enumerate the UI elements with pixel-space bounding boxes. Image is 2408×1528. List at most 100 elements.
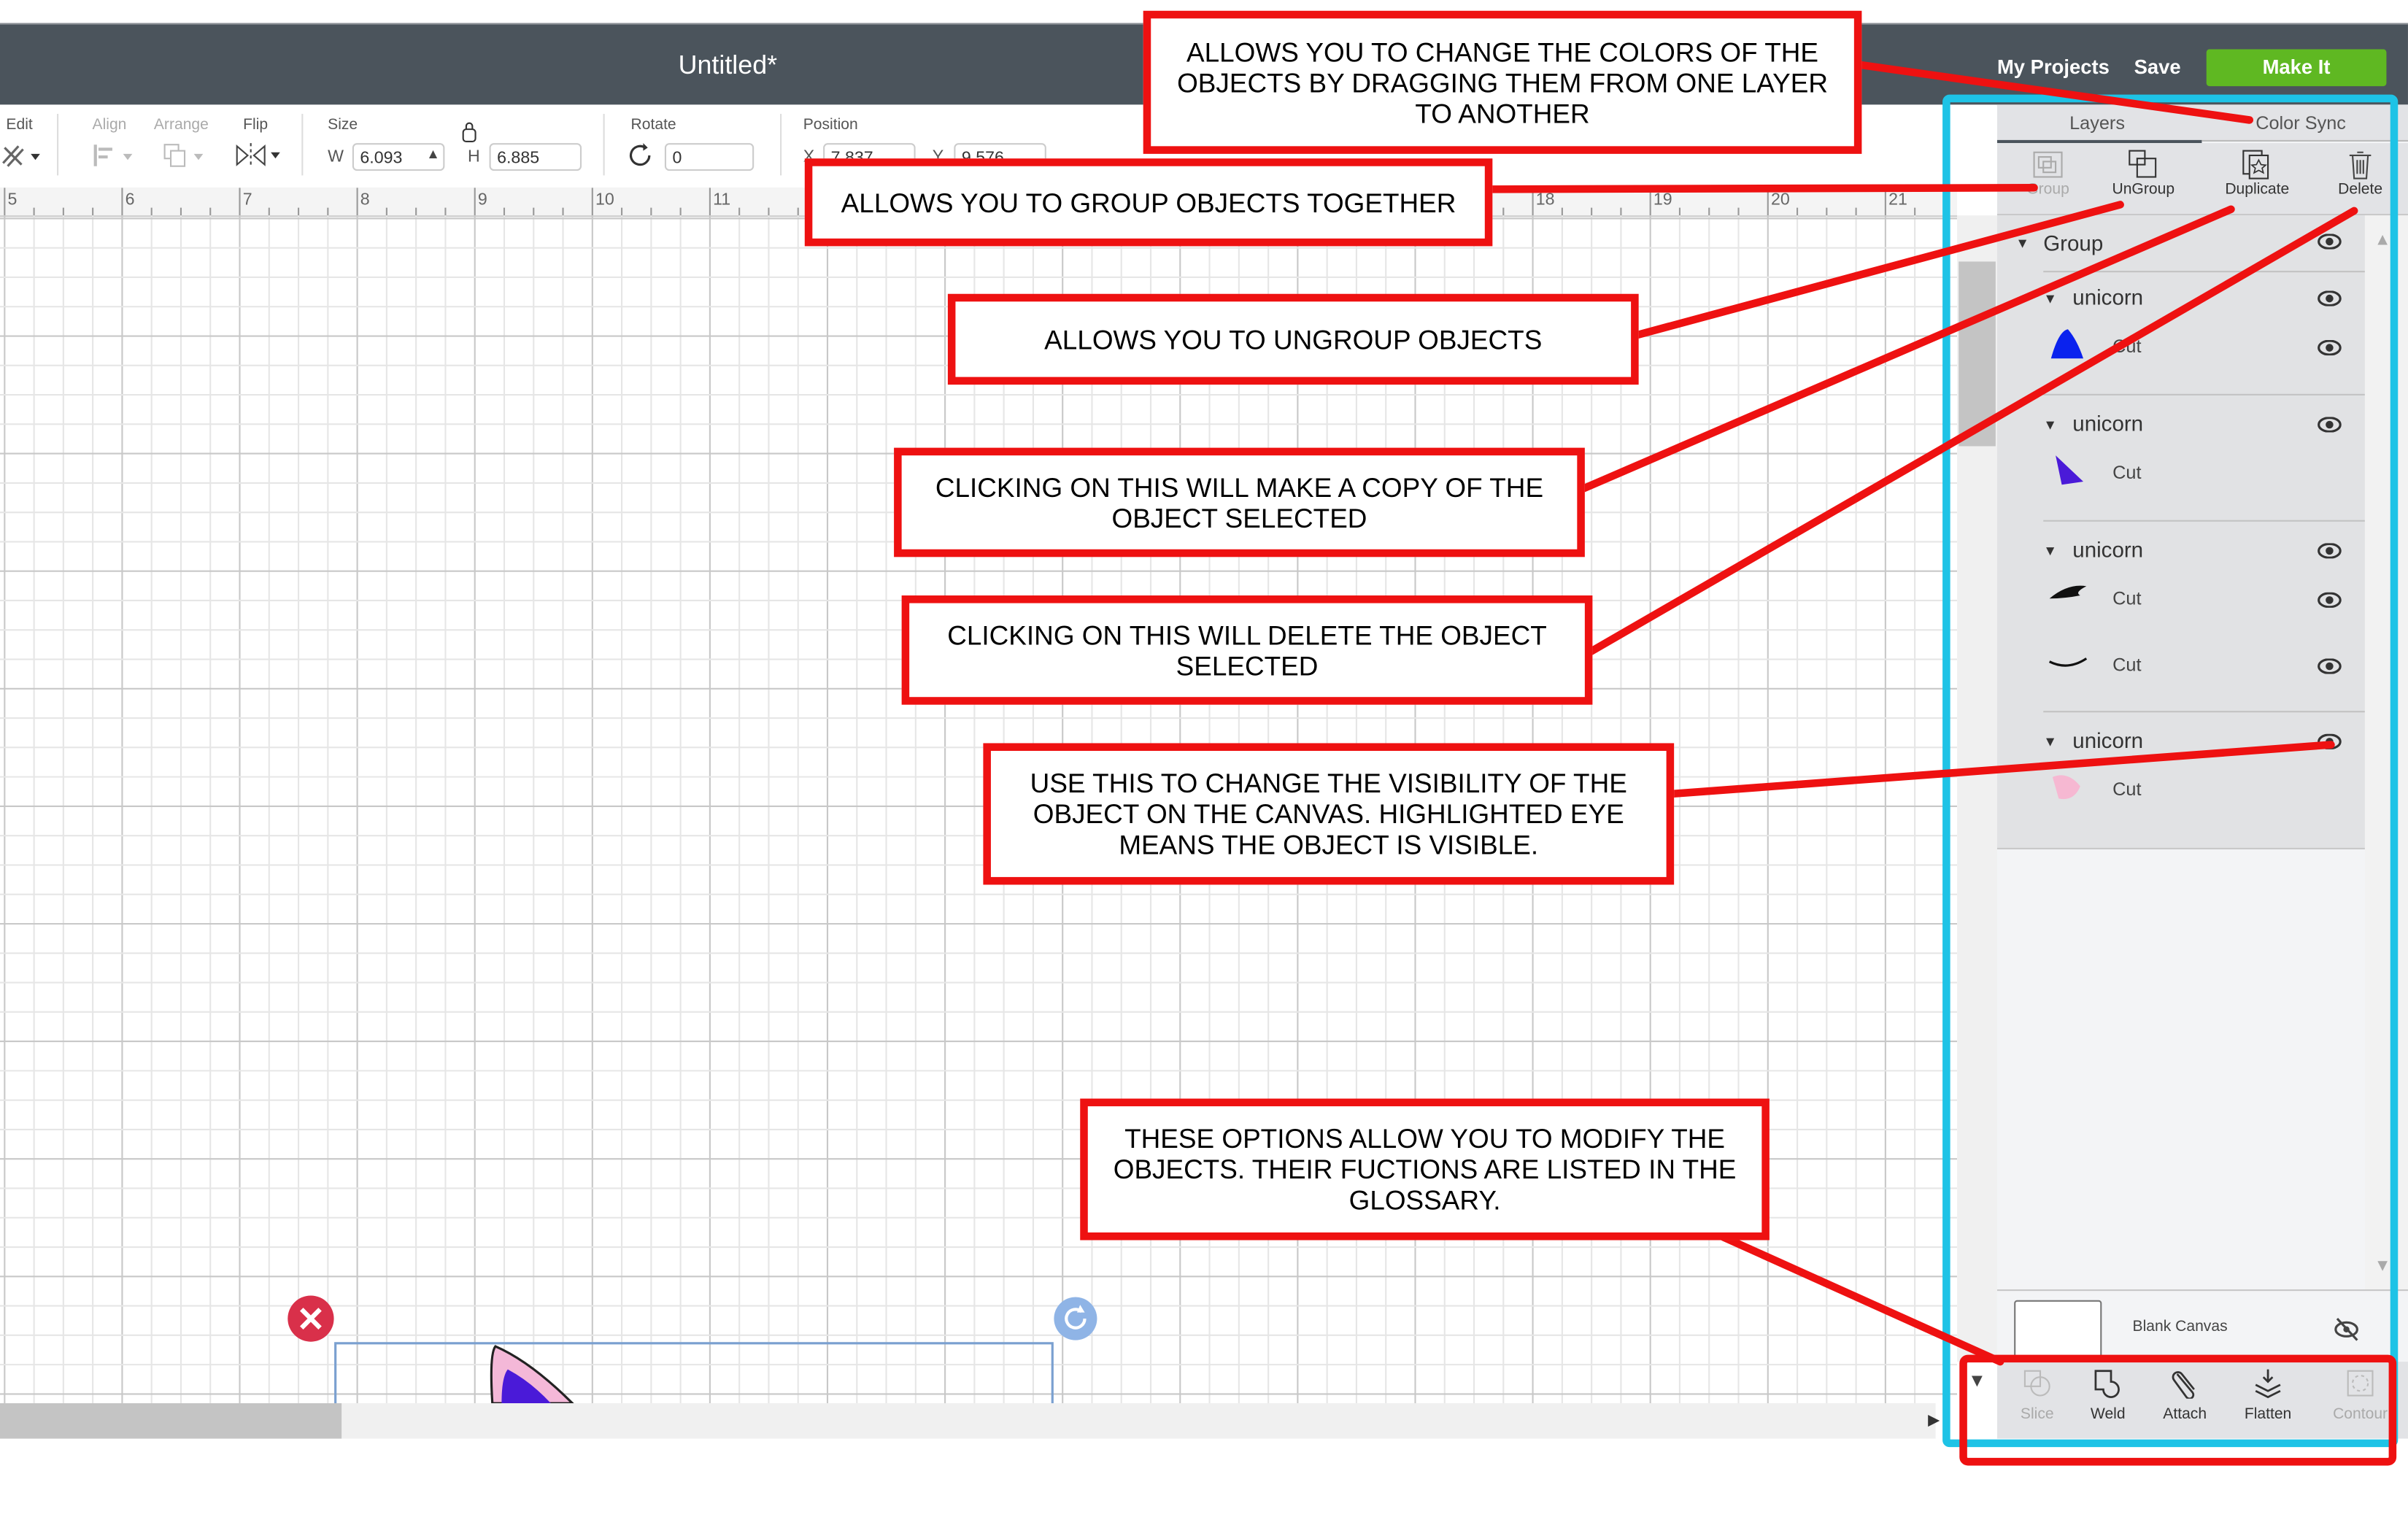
- vertical-scroll-thumb[interactable]: [1959, 261, 1996, 447]
- eye-icon[interactable]: [2318, 290, 2342, 306]
- delete-button[interactable]: Delete: [2309, 143, 2408, 214]
- tab-layers[interactable]: Layers: [2069, 112, 2125, 134]
- align-icon[interactable]: [93, 143, 136, 168]
- make-it-button[interactable]: Make It: [2206, 49, 2387, 87]
- delete-label: Delete: [2338, 181, 2383, 199]
- rotate-icon: [629, 143, 651, 166]
- flip-label: Flip: [243, 117, 269, 134]
- eye-icon[interactable]: [2318, 733, 2342, 749]
- layer-cut-row[interactable]: Cut: [1997, 577, 2365, 620]
- ungroup-icon: [2129, 150, 2157, 178]
- weld-button[interactable]: Weld: [2068, 1368, 2148, 1424]
- collapse-caret-icon[interactable]: ▼: [2043, 543, 2057, 558]
- layer-tools: Group UnGroup Duplicate Delete: [1996, 143, 2408, 216]
- eye-icon[interactable]: [2318, 417, 2342, 433]
- eye-icon[interactable]: [2318, 543, 2342, 559]
- collapse-caret-icon[interactable]: ▼: [2015, 236, 2029, 251]
- collapse-caret-icon[interactable]: ▼: [2043, 417, 2057, 432]
- shape-thumbnail: [2052, 775, 2080, 800]
- weld-label: Weld: [2090, 1406, 2126, 1424]
- layer-cut-row[interactable]: Cut: [1997, 643, 2365, 686]
- flatten-button[interactable]: Flatten: [2228, 1368, 2308, 1423]
- shape-thumbnail: [2050, 329, 2084, 359]
- scroll-down-arrow-icon[interactable]: ▼: [1968, 1370, 1986, 1392]
- rotate-input[interactable]: 0: [664, 143, 755, 171]
- height-input[interactable]: 6.885: [489, 143, 582, 171]
- group-name: Group: [2043, 231, 2104, 256]
- ungroup-button[interactable]: UnGroup: [2093, 143, 2194, 214]
- separator: [2043, 711, 2365, 713]
- ruler-label: 6: [125, 190, 135, 209]
- slice-icon: [2023, 1370, 2050, 1397]
- layer-name: unicorn: [2072, 536, 2144, 562]
- scroll-down-icon[interactable]: ▼: [2374, 1257, 2391, 1276]
- size-label: Size: [328, 117, 358, 134]
- delete-handle-icon[interactable]: [288, 1295, 334, 1342]
- layer-name: unicorn: [2072, 410, 2144, 436]
- group-button[interactable]: Group: [1997, 143, 2099, 214]
- ungroup-label: UnGroup: [2112, 181, 2175, 199]
- divider: [780, 114, 782, 176]
- shape-thumbnail: [2056, 455, 2084, 485]
- group-icon: [2033, 151, 2063, 178]
- ruler-label: 19: [1653, 190, 1672, 209]
- operation-label: Cut: [2112, 587, 2142, 610]
- panel-scrollbar[interactable]: ▲ ▼: [2364, 215, 2408, 1290]
- arrange-label: Arrange: [153, 117, 209, 134]
- save-button[interactable]: Save: [2134, 55, 2181, 79]
- layers-list: ▼ Group ▼ unicorn Cut ▼ unicorn Cut ▼ unicorn Cu…: [1996, 215, 2365, 849]
- callout-duplicate: Clicking on this will make a copy of the…: [894, 447, 1585, 557]
- blank-canvas-row[interactable]: Blank Canvas: [1996, 1289, 2408, 1365]
- my-projects-link[interactable]: My Projects: [1997, 55, 2110, 79]
- eye-icon[interactable]: [2318, 658, 2342, 674]
- slice-label: Slice: [2020, 1406, 2054, 1424]
- arrange-icon[interactable]: [161, 142, 207, 169]
- layer-cut-row[interactable]: Cut: [1997, 768, 2365, 811]
- rotate-handle-icon[interactable]: [1054, 1297, 1097, 1340]
- horizontal-scroll-thumb[interactable]: [0, 1403, 342, 1439]
- canvas-swatch[interactable]: [2014, 1300, 2102, 1365]
- eye-icon[interactable]: [2318, 234, 2342, 250]
- lock-icon[interactable]: [460, 120, 478, 144]
- callout-group: Allows you to group objects together: [804, 158, 1493, 247]
- ruler-label: 11: [713, 190, 731, 209]
- callout-ungroup: Allows you to ungroup objects: [947, 293, 1639, 385]
- separator: [2043, 393, 2365, 395]
- tab-color-sync[interactable]: Color Sync: [2255, 112, 2346, 134]
- operation-label: Cut: [2112, 335, 2142, 358]
- ruler-label: 20: [1770, 190, 1790, 209]
- attach-button[interactable]: Attach: [2145, 1368, 2225, 1423]
- modify-toolbar: Slice Weld Attach Flatten Contour: [1996, 1362, 2408, 1439]
- eye-hidden-icon[interactable]: [2333, 1317, 2361, 1342]
- ruler-label: 7: [242, 190, 252, 209]
- layer-name: unicorn: [2072, 285, 2144, 309]
- collapse-caret-icon[interactable]: ▼: [2043, 291, 2057, 306]
- edit-icon[interactable]: [0, 142, 43, 169]
- panel-tabs: Layers Color Sync: [1996, 104, 2408, 142]
- flip-icon[interactable]: [234, 142, 283, 169]
- scroll-right-arrow-icon[interactable]: ▶: [1928, 1413, 1940, 1429]
- layer-cut-row[interactable]: Cut: [1997, 451, 2365, 494]
- paperclip-icon: [2172, 1371, 2195, 1400]
- duplicate-button[interactable]: Duplicate: [2207, 143, 2308, 214]
- divider: [301, 114, 304, 176]
- separator: [2043, 271, 2365, 273]
- scroll-up-icon[interactable]: ▲: [2374, 231, 2391, 249]
- duplicate-label: Duplicate: [2225, 181, 2290, 199]
- contour-button[interactable]: Contour: [2320, 1368, 2401, 1423]
- width-stepper[interactable]: ▲: [426, 146, 440, 161]
- ruler-label: 9: [477, 190, 487, 209]
- align-label: Align: [92, 117, 127, 134]
- layer-name: unicorn: [2072, 728, 2144, 753]
- collapse-caret-icon[interactable]: ▼: [2043, 734, 2057, 749]
- tab-underline: [2201, 139, 2408, 142]
- callout-delete: Clicking on this will delete the object …: [901, 595, 1593, 705]
- eye-icon[interactable]: [2318, 340, 2342, 356]
- width-label: W: [328, 147, 344, 166]
- slice-button[interactable]: Slice: [1997, 1368, 2077, 1424]
- rotate-label: Rotate: [630, 117, 676, 134]
- edit-label: Edit: [6, 117, 33, 134]
- layer-cut-row[interactable]: Cut: [1997, 325, 2365, 368]
- ruler-label: 10: [595, 190, 614, 209]
- eye-icon[interactable]: [2318, 592, 2342, 608]
